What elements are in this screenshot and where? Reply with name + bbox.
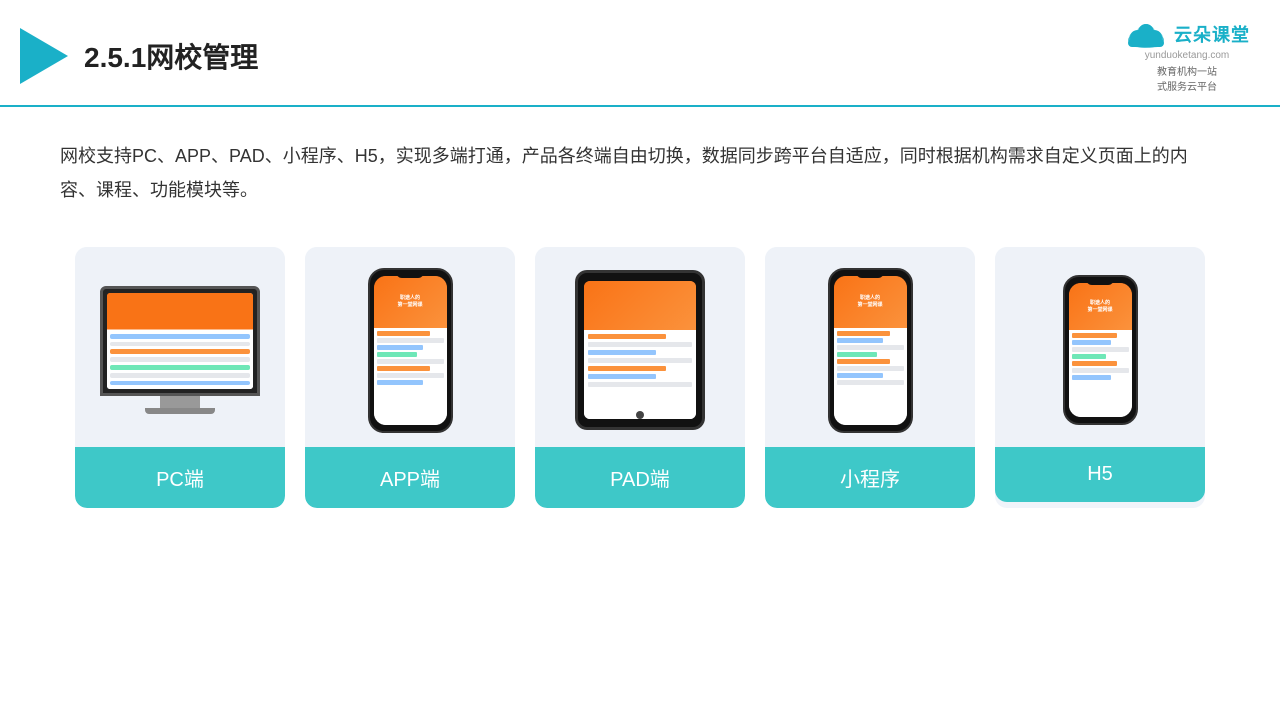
header-left: 2.5.1网校管理 [20, 28, 258, 84]
card-miniprogram: 职途人的第一堂网课 [765, 247, 975, 508]
tablet-mockup [575, 270, 705, 430]
phone-mockup-app: 职途人的第一堂网课 [368, 268, 453, 433]
phone-mockup-mini: 职途人的第一堂网课 [828, 268, 913, 433]
card-label-pad: PAD端 [535, 447, 745, 508]
card-h5: 职途人的第一堂网课 H5 [995, 247, 1205, 508]
card-image-h5: 职途人的第一堂网课 [995, 247, 1205, 447]
card-pad: PAD端 [535, 247, 745, 508]
header: 2.5.1网校管理 云朵课堂 yunduoketang.com 教育机构一站式服… [0, 0, 1280, 107]
card-pc: PC端 [75, 247, 285, 508]
page-title: 2.5.1网校管理 [84, 36, 258, 76]
card-label-miniprogram: 小程序 [765, 447, 975, 508]
logo-sub: 教育机构一站式服务云平台 [1157, 63, 1217, 93]
card-image-miniprogram: 职途人的第一堂网课 [765, 247, 975, 447]
card-label-h5: H5 [995, 447, 1205, 502]
card-app: 职途人的第一堂网课 [305, 247, 515, 508]
cards-container: PC端 职途人的第一堂网课 [0, 227, 1280, 538]
cloud-icon [1124, 18, 1168, 50]
logo-cloud: 云朵课堂 [1124, 18, 1250, 50]
pc-mockup [100, 286, 260, 414]
logo-text: 云朵课堂 [1174, 21, 1250, 47]
card-image-app: 职途人的第一堂网课 [305, 247, 515, 447]
card-image-pc [75, 247, 285, 447]
logo-area: 云朵课堂 yunduoketang.com 教育机构一站式服务云平台 [1124, 18, 1250, 93]
card-label-pc: PC端 [75, 447, 285, 508]
card-label-app: APP端 [305, 447, 515, 508]
description-text: 网校支持PC、APP、PAD、小程序、H5，实现多端打通，产品各终端自由切换，数… [0, 107, 1280, 227]
logo-url: yunduoketang.com [1145, 50, 1230, 61]
phone-mockup-h5: 职途人的第一堂网课 [1063, 275, 1138, 425]
card-image-pad [535, 247, 745, 447]
play-icon [20, 28, 68, 84]
